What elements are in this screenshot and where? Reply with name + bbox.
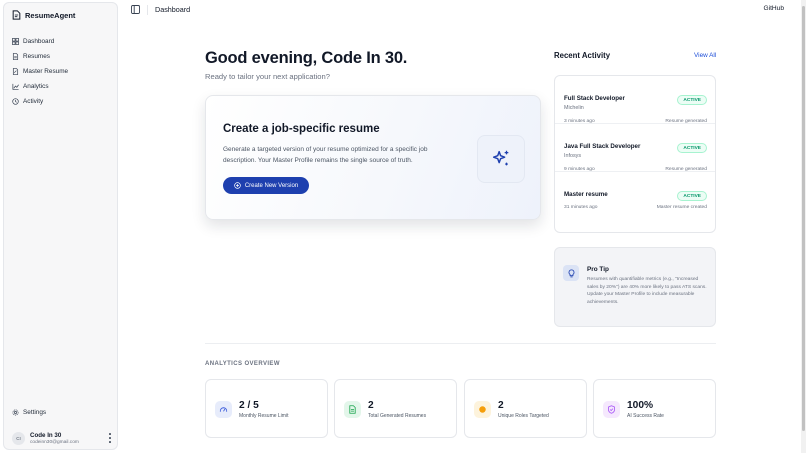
scrollbar-thumb[interactable] [802, 6, 805, 431]
stat-card-resume-limit: 2 / 5 Monthly Resume Limit [205, 379, 328, 438]
list-item[interactable]: Master resume ACTIVE 31 minutes ago Mast… [555, 172, 715, 220]
activity-action: Master resume created [656, 205, 707, 210]
sidebar-nav: Dashboard Resumes Master Resume Analytic… [10, 34, 114, 109]
page-subtitle: Ready to tailor your next application? [205, 72, 330, 81]
pro-tip-text: Resumes with quantifiable metrics (e.g.,… [587, 277, 707, 306]
plus-circle-icon [234, 182, 241, 189]
user-profile[interactable]: CI Code In 30 codeinn30@gmail.com [10, 427, 114, 449]
sidebar-item-activity[interactable]: Activity [10, 94, 114, 109]
list-item[interactable]: Full Stack Developer Michelin ACTIVE 3 m… [555, 76, 715, 124]
gauge-icon [219, 407, 228, 412]
more-vertical-icon[interactable] [108, 433, 112, 443]
recent-activity-list: Full Stack Developer Michelin ACTIVE 3 m… [554, 75, 716, 233]
status-badge: ACTIVE [677, 191, 707, 201]
stat-value: 2 [498, 400, 504, 411]
recent-activity-title: Recent Activity [554, 51, 611, 60]
lightbulb-icon [568, 268, 574, 277]
pro-tip-card: Pro Tip Resumes with quantifiable metric… [554, 247, 716, 327]
shield-check-icon-tile [603, 401, 620, 418]
page-scrollbar[interactable] [801, 0, 806, 453]
page-title: Good evening, Code In 30. [205, 49, 408, 67]
status-badge: ACTIVE [677, 143, 707, 153]
stat-label: AI Success Rate [627, 413, 664, 419]
target-icon-tile [474, 401, 491, 418]
sidebar-item-master-resume[interactable]: Master Resume [10, 64, 114, 79]
list-item[interactable]: Java Full Stack Developer Infosys ACTIVE… [555, 124, 715, 172]
sidebar-item-label: Analytics [23, 83, 49, 90]
sparkles-icon-tile [477, 135, 525, 183]
activity-role: Java Full Stack Developer [564, 143, 641, 150]
stat-card-total-generated: 2 Total Generated Resumes [334, 379, 457, 438]
edit-file-icon [12, 68, 19, 75]
brand[interactable]: ResumeAgent [12, 10, 75, 20]
sidebar-toggle-icon[interactable] [131, 5, 140, 14]
section-divider [205, 343, 716, 344]
lightbulb-icon-tile [563, 265, 579, 281]
create-new-version-button[interactable]: Create New Version [223, 177, 309, 194]
gear-icon [12, 409, 19, 416]
sparkles-icon [492, 150, 509, 166]
github-link[interactable]: GitHub [763, 5, 784, 12]
sidebar-item-settings[interactable]: Settings [12, 409, 46, 416]
view-all-link[interactable]: View All [694, 52, 716, 59]
brand-name: ResumeAgent [25, 10, 76, 20]
stat-value: 100% [627, 400, 654, 411]
user-email: codeinn30@gmail.com [30, 439, 79, 445]
history-icon [12, 98, 19, 105]
gauge-icon-tile [215, 401, 232, 418]
sidebar-item-label: Master Resume [23, 68, 69, 75]
analytics-overview-title: ANALYTICS OVERVIEW [205, 361, 280, 367]
button-label: Create New Version [244, 182, 299, 189]
sidebar-item-label: Dashboard [23, 38, 55, 45]
sidebar-item-analytics[interactable]: Analytics [10, 79, 114, 94]
activity-company: Infosys [564, 153, 582, 159]
settings-label: Settings [23, 409, 47, 416]
sidebar: ResumeAgent Dashboard Resumes Master Res… [3, 2, 118, 450]
sidebar-item-label: Activity [23, 98, 44, 105]
stat-label: Unique Roles Targeted [498, 413, 549, 419]
topbar-divider [147, 5, 148, 15]
stat-label: Total Generated Resumes [368, 413, 427, 419]
pro-tip-title: Pro Tip [587, 266, 609, 273]
user-name: Code In 30 [30, 431, 62, 439]
avatar: CI [12, 431, 25, 445]
activity-role: Master resume [564, 191, 608, 198]
document-logo-icon [12, 10, 21, 20]
status-badge: ACTIVE [677, 95, 707, 105]
chart-icon [12, 83, 19, 90]
file-icon [12, 53, 19, 60]
hero-title: Create a job-specific resume [223, 123, 380, 135]
document-icon [349, 405, 356, 414]
stat-value: 2 [368, 400, 374, 411]
grid-icon [12, 38, 19, 45]
stat-card-ai-success: 100% AI Success Rate [593, 379, 716, 438]
activity-role: Full Stack Developer [564, 95, 625, 102]
target-icon [479, 406, 486, 413]
stat-label: Monthly Resume Limit [239, 413, 289, 419]
sidebar-item-dashboard[interactable]: Dashboard [10, 34, 114, 49]
hero-description: Generate a targeted version of your resu… [223, 146, 428, 164]
sidebar-item-label: Resumes [23, 53, 50, 60]
activity-company: Michelin [564, 105, 584, 111]
top-bar: Dashboard GitHub [125, 0, 800, 20]
document-icon-tile [344, 401, 361, 418]
create-resume-card: Create a job-specific resume Generate a … [205, 95, 541, 220]
stat-card-unique-roles: 2 Unique Roles Targeted [464, 379, 587, 438]
shield-check-icon [608, 405, 615, 414]
activity-time: 31 minutes ago [564, 205, 598, 210]
breadcrumb: Dashboard [155, 5, 191, 14]
sidebar-item-resumes[interactable]: Resumes [10, 49, 114, 64]
stat-value: 2 / 5 [239, 400, 259, 411]
